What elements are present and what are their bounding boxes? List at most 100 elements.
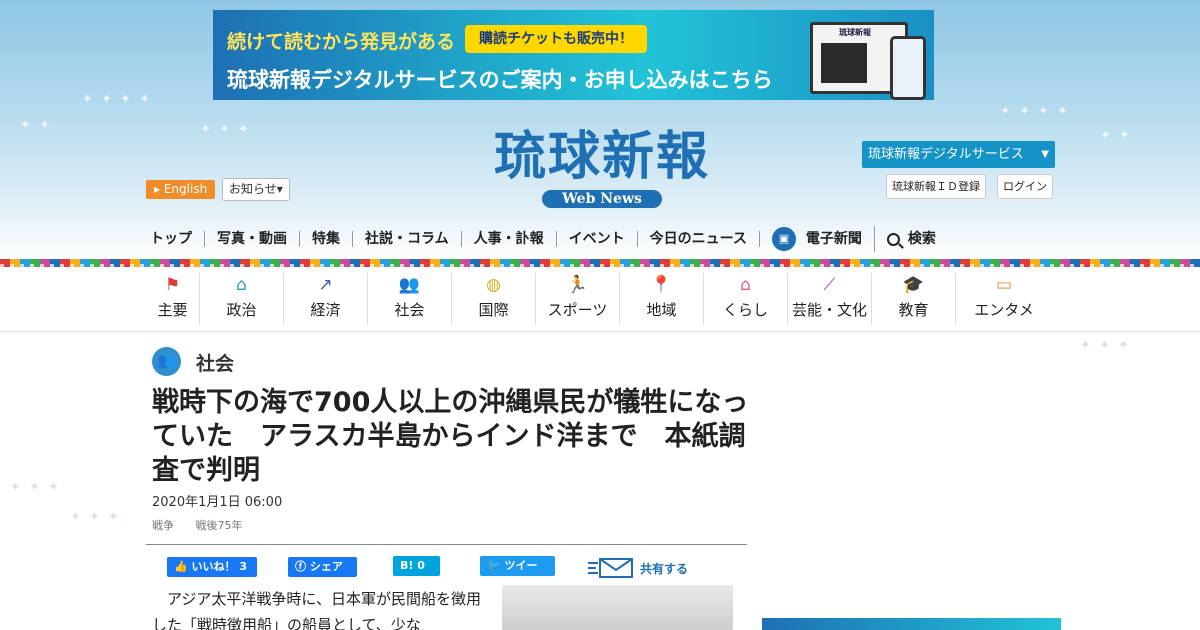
fish-decoration-icon: ✦ ✦ ✦ ✦ [82,92,152,107]
building-icon: ⌂ [236,275,247,295]
id-register-button[interactable]: 琉球新報ＩＤ登録 [886,174,986,199]
digital-service-dropdown[interactable]: 琉球新報デジタルサービス ▼ [862,141,1055,168]
nav-item-features[interactable]: 特集 [300,231,353,247]
webnews-badge: Web News [542,190,662,208]
category-label: 芸能・文化 [791,301,867,319]
graduation-icon: 🎓 [902,275,925,295]
phone-icon [890,36,926,100]
epaper-label: 電子新聞 [805,231,862,247]
category-item[interactable]: ⚑ 主要 [146,273,200,325]
tag-link[interactable]: 戦後75年 [196,519,243,532]
facebook-like-button[interactable]: 👍 いいね！ 3 [167,557,257,577]
nav-item-personnel[interactable]: 人事・訃報 [462,231,557,247]
category-label: 社会 [394,301,425,319]
nav-item-epaper[interactable]: ▣ 電子新聞 [760,226,875,252]
category-divider [0,331,1200,332]
category-label: 経済 [310,301,341,319]
article-rule [146,544,747,545]
category-item[interactable]: 🏃 スポーツ [536,273,620,325]
category-label: エンタメ [974,301,1034,319]
category-label: 地域 [646,301,677,319]
fish-decoration-icon: ✦ ✦ ✦ [10,480,61,495]
laptop-screen-title: 琉球新報 [839,28,871,37]
people-icon: 👥 [398,275,421,295]
section-label[interactable]: 社会 [196,349,234,376]
main-nav: トップ 写真・動画 特集 社説・コラム 人事・訃報 イベント 今日のニュース ▣… [148,224,1048,254]
fish-decoration-icon: ✦ ✦ [1100,128,1132,143]
category-label: 教育 [898,301,929,319]
category-item[interactable]: ⌂ 政治 [200,273,284,325]
sanshin-icon: ⟋ [823,275,836,295]
epaper-icon: ▣ [771,227,796,251]
category-item[interactable]: 📍 地域 [620,273,704,325]
facebook-icon: ⓕ [295,560,306,573]
category-label: 主要 [157,301,188,319]
category-item[interactable]: 🎓 教育 [872,273,956,325]
tweet-button[interactable]: 🐦 ツイート [480,556,555,592]
fish-decoration-icon: ✦ ✦ ✦ [70,510,121,525]
category-label: スポーツ [547,301,608,319]
digital-service-banner[interactable]: 続けて読むから発見がある 購読チケットも販売中！ 琉球新報デジタルサービスのご案… [213,10,934,100]
english-label: English [163,182,208,196]
nav-item-editorial[interactable]: 社説・コラム [353,231,462,247]
twitter-icon: 🐦 [487,559,501,572]
nav-item-events[interactable]: イベント [557,231,638,247]
hatena-bookmark-button[interactable]: B! 0 [393,556,440,576]
fish-decoration-icon: ✦ ✦ [20,118,52,133]
search-label: 検索 [907,231,936,247]
category-nav: ⚑ 主要 ⌂ 政治 ↗ 経済 👥 社会 ◍ 国際 🏃 スポーツ 📍 地域 ⌂ くらし ⟋ 芸能・文化 🎓 教育 ▭ エンタ… [146,273,1066,325]
english-button[interactable]: ▸ English [146,180,216,199]
banner-ticket-pill: 購読チケットも販売中！ [465,25,647,53]
category-item[interactable]: 👥 社会 [368,273,452,325]
article-tags: 戦争 戦後75年 [152,517,261,533]
thumbs-up-icon: 👍 [174,560,188,573]
mail-share-label: 共有する [640,561,689,576]
digital-service-label: 琉球新報デジタルサービス [868,147,1024,162]
fb-like-label: いいね！ 3 [191,560,248,573]
flag-icon: ⚑ [164,275,181,295]
fish-decoration-icon: ✦ ✦ ✦ ✦ [1000,104,1070,119]
notice-label: お知らせ [229,182,277,196]
nav-item-todays-news[interactable]: 今日のニュース [638,231,760,247]
sidebar-ad[interactable] [762,618,1061,630]
nav-item-photo-video[interactable]: 写真・動画 [205,231,300,247]
article-headline: 戦時下の海で700人以上の沖縄県民が犠牲になっていた アラスカ半島からインド洋ま… [152,387,749,486]
fb-share-label: シェア [309,560,343,573]
people-icon: 👥 [152,347,181,376]
pattern-strip-overlay [0,264,1200,267]
search-icon [886,232,900,246]
category-label: くらし [722,301,768,319]
category-item[interactable]: ⟋ 芸能・文化 [788,273,872,325]
category-item[interactable]: ◍ 国際 [452,273,536,325]
mail-icon [588,558,633,578]
site-logo[interactable]: 琉球新報 Web News [452,128,752,208]
chevron-down-icon: ▾ [276,182,283,196]
tv-icon: ▭ [995,275,1013,295]
house-icon: ⌂ [740,275,751,295]
article-date: 2020年1月1日 06:00 [152,495,283,510]
logo-wordmark: 琉球新報 [493,126,710,187]
caret-down-icon: ▼ [1041,149,1049,160]
banner-devices-image: 琉球新報 [808,18,928,100]
login-button[interactable]: ログイン [997,174,1053,199]
category-item[interactable]: ▭ エンタメ [956,273,1052,325]
banner-subline: 琉球新報デジタルサービスのご案内・お申し込みはこちら [227,68,773,92]
notice-dropdown[interactable]: お知らせ▾ [222,178,290,201]
category-item[interactable]: ↗ 経済 [284,273,368,325]
category-item[interactable]: ⌂ くらし [704,273,788,325]
article-photo[interactable] [502,585,733,630]
nav-item-top[interactable]: トップ [148,231,205,247]
article-body: アジア太平洋戦争時に、日本軍が民間船を徴用した「戦時徴用船」の船員として、少な [152,590,481,630]
category-label: 国際 [478,301,509,319]
tag-link[interactable]: 戦争 [152,519,174,532]
fish-decoration-icon: ✦ ✦ ✦ [1080,338,1131,353]
fish-decoration-icon: ✦ ✦ ✦ [200,122,251,137]
pin-icon: 📍 [650,275,673,295]
chart-icon: ↗ [318,275,333,295]
nav-item-search[interactable]: 検索 [875,231,948,247]
mail-share-button[interactable]: 共有する [588,556,688,580]
laptop-screen-photo [821,43,867,83]
runner-icon: 🏃 [566,275,589,295]
facebook-share-button[interactable]: ⓕ シェア [288,557,357,577]
category-label: 政治 [226,301,257,319]
